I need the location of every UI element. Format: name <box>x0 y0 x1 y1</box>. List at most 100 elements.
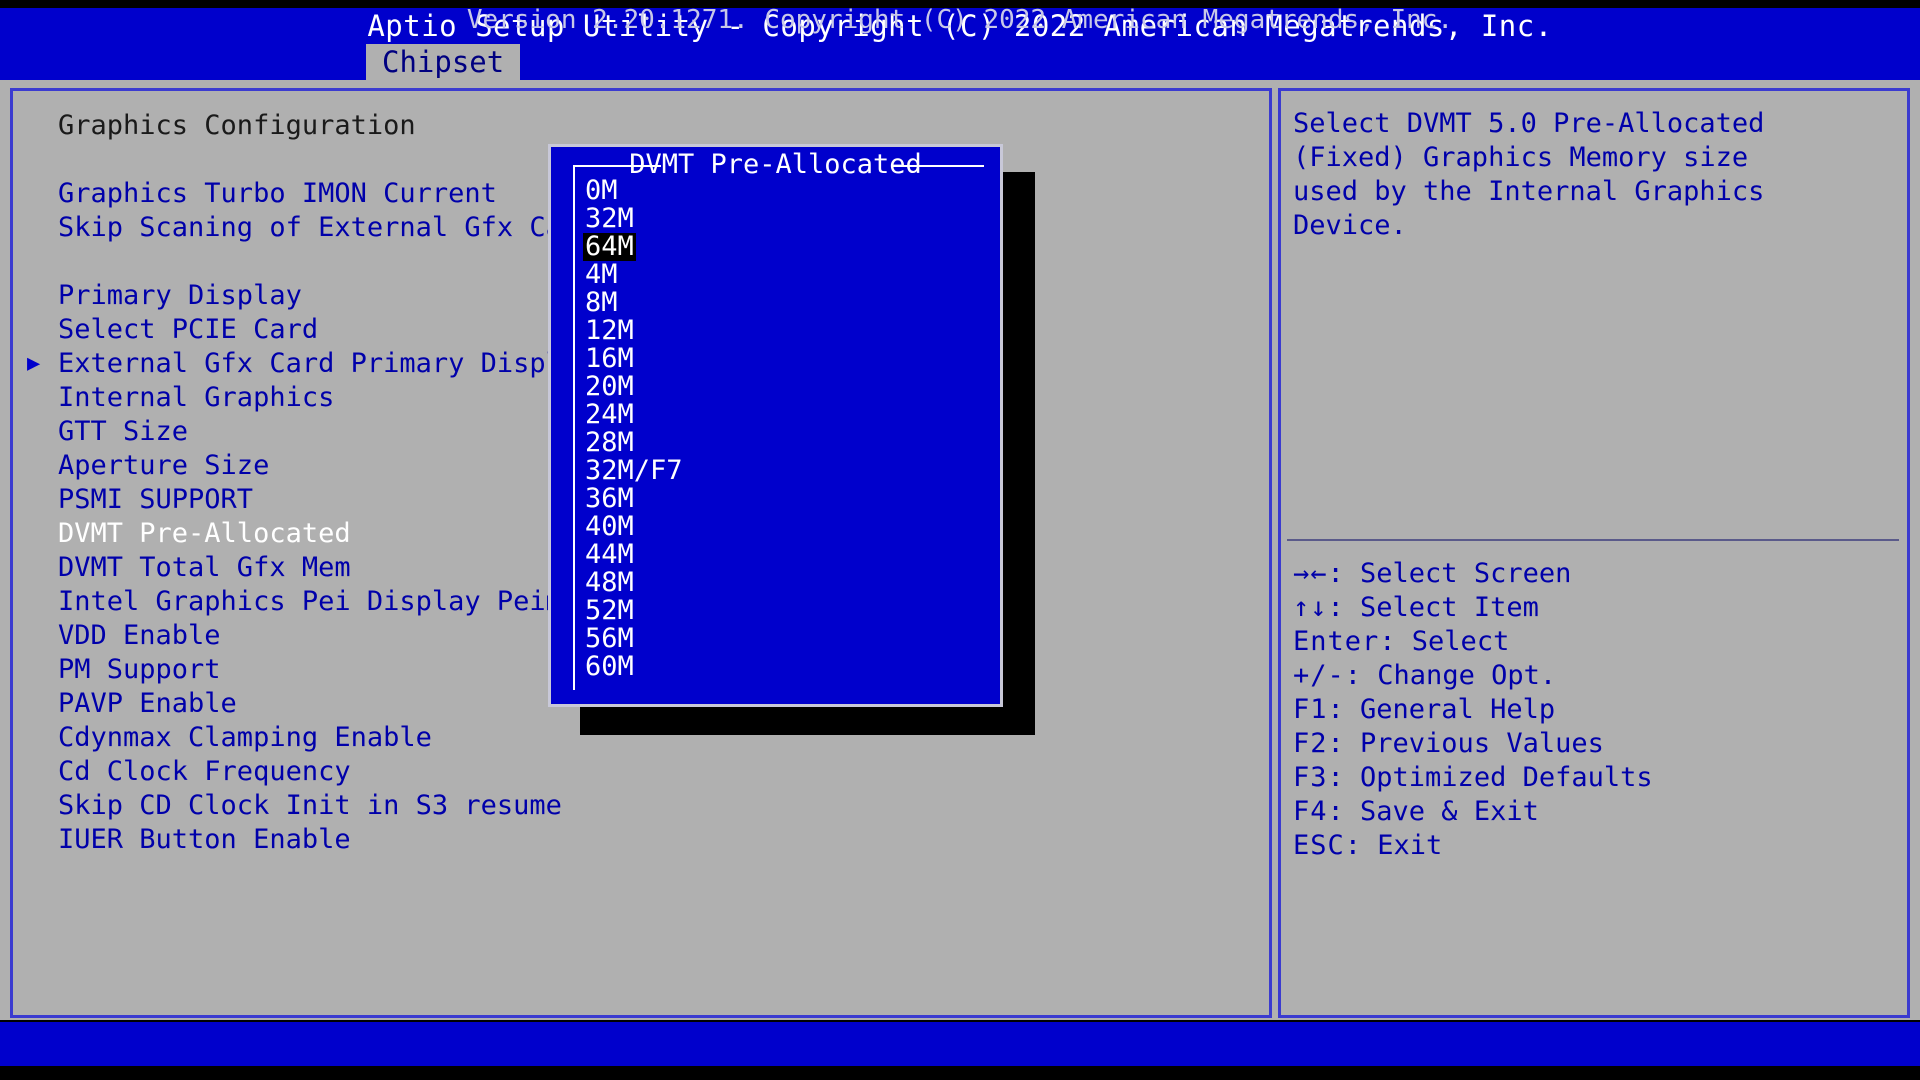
menu-item-label: Graphics Configuration <box>58 110 416 141</box>
menu-item-label: PAVP Enable <box>58 688 237 719</box>
popup-option-row[interactable]: 0M <box>583 177 983 205</box>
legend-action: : Exit <box>1344 830 1443 861</box>
popup-option[interactable]: 16M <box>583 345 636 373</box>
legend-key: ↑↓ <box>1293 592 1328 623</box>
popup-option-row[interactable]: 20M <box>583 373 983 401</box>
menu-item-label: External Gfx Card Primary Display <box>58 348 595 379</box>
help-line: used by the Internal Graphics <box>1293 176 1765 207</box>
menu-item-label: Skip Scaning of External Gfx Card <box>58 212 595 243</box>
footer-bar <box>0 1022 1920 1066</box>
menu-item-label: Intel Graphics Pei Display Peim <box>58 586 562 617</box>
popup-option[interactable]: 24M <box>583 401 636 429</box>
legend-key: F3 <box>1293 762 1328 793</box>
menu-item-label: VDD Enable <box>58 620 221 651</box>
menu-item[interactable]: Cd Clock Frequency <box>58 755 1258 789</box>
popup-option-row[interactable]: 64M <box>583 233 983 261</box>
popup-option[interactable]: 8M <box>583 289 620 317</box>
key-legend: →←: Select Screen ↑↓: Select Item Enter: S… <box>1293 557 1893 863</box>
legend-line: ESC: Exit <box>1293 829 1893 863</box>
version-text: Version 2.20.1271. Copyright (C) 2022 Am… <box>466 5 1454 35</box>
legend-line: Enter: Select <box>1293 625 1893 659</box>
legend-key: ESC <box>1293 830 1345 861</box>
bios-setup-screen: Aptio Setup Utility - Copyright (C) 2022… <box>0 0 1920 1080</box>
menu-item-label: Primary Display <box>58 280 302 311</box>
legend-key: +/- <box>1293 660 1345 691</box>
popup-option[interactable]: 32M/F7 <box>583 457 685 485</box>
popup-option-row[interactable]: 16M <box>583 345 983 373</box>
section-heading: Graphics Configuration <box>58 109 1258 143</box>
selection-arrow-icon: ▶ <box>27 351 41 376</box>
legend-key: F2 <box>1293 728 1328 759</box>
popup-option-row[interactable]: 52M <box>583 597 983 625</box>
menu-item[interactable]: IUER Button Enable <box>58 823 1258 857</box>
legend-key: F1 <box>1293 694 1328 725</box>
legend-action: : Change Opt. <box>1344 660 1557 691</box>
popup-option-row[interactable]: 60M <box>583 653 983 681</box>
popup-option-row[interactable]: 48M <box>583 569 983 597</box>
menu-item-label: Skip CD Clock Init in S3 resume <box>58 790 562 821</box>
legend-key: Enter <box>1293 626 1380 657</box>
popup-option-row[interactable]: 24M <box>583 401 983 429</box>
legend-action: : Previous Values <box>1327 728 1604 759</box>
popup-option[interactable]: 36M <box>583 485 636 513</box>
tab-chipset[interactable]: Chipset <box>366 44 521 80</box>
popup-option[interactable]: 32M <box>583 205 636 233</box>
popup-option[interactable]: 56M <box>583 625 636 653</box>
legend-action: : General Help <box>1327 694 1556 725</box>
popup-option-row[interactable]: 40M <box>583 513 983 541</box>
tab-strip: Chipset <box>366 44 521 80</box>
popup-option[interactable]: 52M <box>583 597 636 625</box>
popup-option[interactable]: 60M <box>583 653 636 681</box>
menu-item-label: Internal Graphics <box>58 382 335 413</box>
popup-option-row[interactable]: 32M <box>583 205 983 233</box>
popup-option-row[interactable]: 44M <box>583 541 983 569</box>
legend-key: F4 <box>1293 796 1328 827</box>
popup-option[interactable]: 28M <box>583 429 636 457</box>
legend-key: →← <box>1293 558 1328 589</box>
popup-option[interactable]: 20M <box>583 373 636 401</box>
popup-option-row[interactable]: 4M <box>583 261 983 289</box>
popup-option-row[interactable]: 32M/F7 <box>583 457 983 485</box>
legend-action: : Select <box>1379 626 1510 657</box>
legend-line: F4: Save & Exit <box>1293 795 1893 829</box>
legend-action: : Select Screen <box>1327 558 1572 589</box>
popup-option[interactable]: 40M <box>583 513 636 541</box>
legend-action: : Save & Exit <box>1327 796 1539 827</box>
popup-option-row[interactable]: 56M <box>583 625 983 653</box>
menu-item-label: Graphics Turbo IMON Current <box>58 178 497 209</box>
menu-item[interactable]: Skip CD Clock Init in S3 resume <box>58 789 1258 823</box>
help-description: Select DVMT 5.0 Pre-Allocated (Fixed) Gra… <box>1293 107 1893 243</box>
legend-line: F1: General Help <box>1293 693 1893 727</box>
popup-option[interactable]: 0M <box>583 177 620 205</box>
menu-item-label: Cdynmax Clamping Enable <box>58 722 432 753</box>
menu-item-label: PSMI SUPPORT <box>58 484 254 515</box>
popup-option[interactable]: 48M <box>583 569 636 597</box>
legend-line: F2: Previous Values <box>1293 727 1893 761</box>
popup-option-row[interactable]: 36M <box>583 485 983 513</box>
popup-option-row[interactable]: 8M <box>583 289 983 317</box>
menu-item-label: DVMT Pre-Allocated <box>58 518 351 549</box>
popup-option[interactable]: 44M <box>583 541 636 569</box>
menu-item-label: PM Support <box>58 654 221 685</box>
popup-option[interactable]: 4M <box>583 261 620 289</box>
popup-option[interactable]: 12M <box>583 317 636 345</box>
help-line: Device. <box>1293 210 1407 241</box>
menu-item-label <box>58 144 74 175</box>
menu-item-label: Select PCIE Card <box>58 314 319 345</box>
help-line: (Fixed) Graphics Memory size <box>1293 142 1749 173</box>
help-line: Select DVMT 5.0 Pre-Allocated <box>1293 108 1765 139</box>
popup-option-row[interactable]: 12M <box>583 317 983 345</box>
legend-line: F3: Optimized Defaults <box>1293 761 1893 795</box>
menu-item-label: Aperture Size <box>58 450 270 481</box>
menu-item-label <box>58 246 74 277</box>
menu-item-label: Cd Clock Frequency <box>58 756 351 787</box>
legend-line: →←: Select Screen <box>1293 557 1893 591</box>
help-panel: Select DVMT 5.0 Pre-Allocated (Fixed) Gra… <box>1278 88 1910 1018</box>
popup-option-list: 0M 32M 64M 4M 8M 12M 16M 20M 24M 28M 32M/F7 36M 40M 4… <box>583 177 983 681</box>
menu-item-label: IUER Button Enable <box>58 824 351 855</box>
legend-line: ↑↓: Select Item <box>1293 591 1893 625</box>
help-divider <box>1287 539 1899 541</box>
popup-option-row[interactable]: 28M <box>583 429 983 457</box>
dvmt-pre-allocated-dropdown[interactable]: DVMT Pre-Allocated 0M 32M 64M 4M 8M 12M 16M 20M… <box>548 144 1003 707</box>
popup-option[interactable]: 64M <box>583 233 636 261</box>
